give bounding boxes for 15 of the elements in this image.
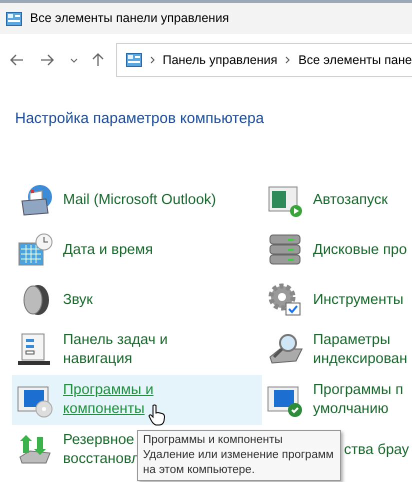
tooltip-title: Программы и компоненты [143, 433, 284, 448]
item-label: Панель задач и навигация [63, 331, 168, 369]
item-label: Параметры индексирован [313, 331, 408, 369]
item-label: Дата и время [63, 240, 153, 260]
page-heading: Настройка параметров компьютера [15, 110, 264, 127]
item-label: Программы п умолчанию [313, 381, 404, 419]
item-label: Резервное восстановл [63, 431, 140, 469]
item-label: Автозапуск [313, 190, 388, 210]
tooltip-description: Удаление или изменение программ на этом компьютере. [143, 448, 335, 478]
item-label: Дисковые про [313, 240, 407, 260]
item-label: Программы и компоненты [63, 381, 154, 419]
item-label: Звук [63, 290, 93, 310]
window-title: Все элементы панели управления [30, 10, 230, 28]
item-label: Инструменты [313, 290, 404, 310]
item-label: Mail (Microsoft Outlook) [63, 190, 216, 210]
